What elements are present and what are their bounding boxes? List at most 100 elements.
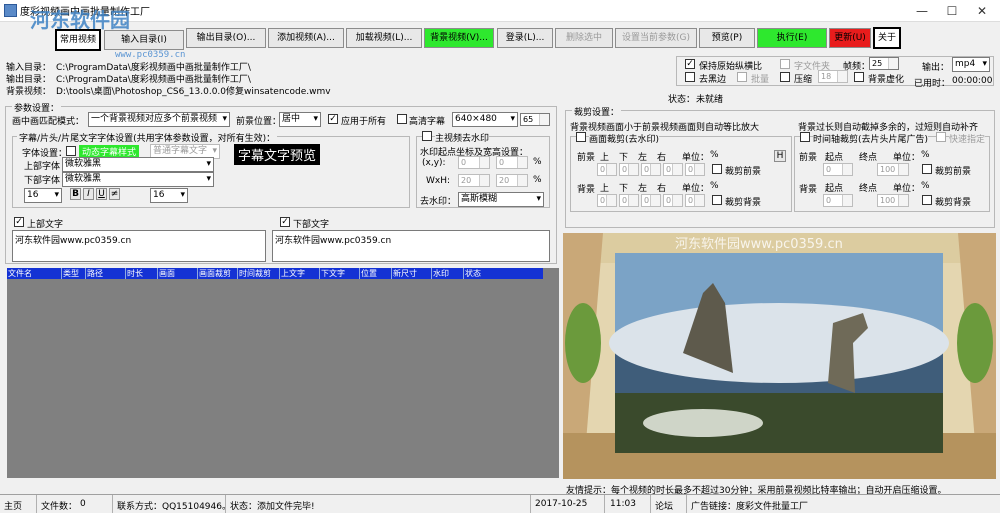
fg-pos-select[interactable]: 居中 <box>279 112 321 127</box>
wm-h-spinner[interactable]: 20 <box>496 174 528 187</box>
col-type[interactable]: 类型 <box>62 268 86 279</box>
dynamic-sub-checkbox[interactable] <box>66 146 76 156</box>
bold-button[interactable]: B <box>70 188 81 200</box>
col-lower-text[interactable]: 下文字 <box>320 268 360 279</box>
fg-top-spinner[interactable]: 0 <box>597 163 617 176</box>
lower-text-input[interactable]: 河东软件园www.pc0359.cn <box>272 230 550 262</box>
lower-text-checkbox[interactable]: ✓ <box>280 217 290 227</box>
col-frame[interactable]: 画面 <box>158 268 198 279</box>
upper-text-input[interactable]: 河东软件园www.pc0359.cn <box>12 230 266 262</box>
col-status[interactable]: 状态 <box>464 268 543 279</box>
time-bg-end-spinner[interactable]: 100 <box>877 194 909 207</box>
hd-sub-label: 高清字幕 <box>409 117 446 127</box>
col-frame-crop[interactable]: 画面裁剪 <box>198 268 238 279</box>
col-position[interactable]: 位置 <box>360 268 392 279</box>
subtitle-folder-checkbox[interactable] <box>780 59 790 69</box>
batch-checkbox[interactable] <box>737 72 747 82</box>
font-size-select-2[interactable]: 16 <box>150 188 188 203</box>
time-crop-bg-checkbox[interactable] <box>922 195 932 205</box>
output-dir-button[interactable]: 输出目录(O)... <box>186 28 266 48</box>
crop-bg-checkbox[interactable] <box>712 195 722 205</box>
italic-button[interactable]: I <box>83 188 94 200</box>
crop-fg-checkbox[interactable] <box>712 164 722 174</box>
time-unit-label: 单位： <box>893 153 921 163</box>
update-button[interactable]: 更新(U) <box>829 28 871 48</box>
crop-fg-label: 裁剪前景 <box>725 167 762 177</box>
close-button[interactable]: ✕ <box>966 0 998 22</box>
col-new-size[interactable]: 新尺寸 <box>392 268 432 279</box>
remove-wm-select[interactable]: 高斯模糊 <box>458 192 544 207</box>
maximize-button[interactable]: ☐ <box>936 0 968 22</box>
time-crop-fg-checkbox[interactable] <box>922 164 932 174</box>
file-table[interactable]: 文件名 类型 路径 时长 画面 画面裁剪 时间裁剪 上文字 下文字 位置 新尺寸… <box>7 268 559 478</box>
preview-area: 河东软件园www.pc0359.cn <box>563 233 996 479</box>
bg-video-button[interactable]: 背景视频(V)... <box>424 28 494 48</box>
load-video-button[interactable]: 加载视频(L)... <box>346 28 422 48</box>
bg-bottom-spinner[interactable]: 0 <box>619 194 639 207</box>
col-path[interactable]: 路径 <box>86 268 126 279</box>
fg-bottom-spinner[interactable]: 0 <box>619 163 639 176</box>
col-upper-text[interactable]: 上文字 <box>280 268 320 279</box>
set-params-button[interactable]: 设置当前参数(G) <box>615 28 697 48</box>
fg-left-spinner[interactable]: 0 <box>641 163 661 176</box>
output-format-label: 输出： <box>922 63 950 73</box>
unit-pct-fg: % <box>710 150 719 160</box>
left-label: 左 <box>638 153 648 163</box>
underline-button[interactable]: U <box>96 188 107 200</box>
col-filename[interactable]: 文件名 <box>7 268 62 279</box>
frame-crop-checkbox[interactable] <box>576 132 586 142</box>
col-duration[interactable]: 时长 <box>126 268 158 279</box>
font-size-select-1[interactable]: 16 <box>24 188 62 203</box>
wm-x-spinner[interactable]: 0 <box>458 156 490 169</box>
upper-font-select[interactable]: 微软雅黑 <box>62 157 214 172</box>
keep-aspect-checkbox[interactable]: ✓ <box>685 59 695 69</box>
status-home[interactable]: 主页 <box>4 499 22 512</box>
remove-wm-checkbox[interactable] <box>422 131 432 141</box>
lower-font-select[interactable]: 微软雅黑 <box>62 172 214 187</box>
output-format-select[interactable]: mp4 <box>952 57 990 72</box>
execute-button[interactable]: 执行(E) <box>757 28 827 48</box>
apply-all-checkbox[interactable]: ✓ <box>328 114 338 124</box>
strike-button[interactable]: ≠ <box>109 188 120 200</box>
minimize-button[interactable]: — <box>906 0 938 22</box>
fg-right-spinner[interactable]: 0 <box>663 163 683 176</box>
add-video-button[interactable]: 添加视频(A)... <box>268 28 344 48</box>
h-button[interactable]: H <box>774 150 786 162</box>
wm-w-spinner[interactable]: 20 <box>458 174 490 187</box>
col-watermark[interactable]: 水印 <box>432 268 464 279</box>
mode-select[interactable]: 常用视频 <box>55 29 101 51</box>
pip-mode-select[interactable]: 一个背景视频对应多个前景视频 <box>88 112 230 127</box>
time-fg-end-spinner[interactable]: 100 <box>877 163 909 176</box>
bg-top-spinner[interactable]: 0 <box>597 194 617 207</box>
time-fg-start-spinner[interactable]: 0 <box>823 163 853 176</box>
hd-sub-checkbox[interactable] <box>397 114 407 124</box>
login-button[interactable]: 登录(L)... <box>497 28 553 48</box>
time-bg-start-spinner[interactable]: 0 <box>823 194 853 207</box>
frame-crop-label: 画面裁剪(去水印) <box>589 132 660 145</box>
res-spinner[interactable]: 65 <box>520 113 550 126</box>
upper-text-checkbox[interactable]: ✓ <box>14 217 24 227</box>
bg-blur-checkbox[interactable] <box>854 72 864 82</box>
fg-unit-spinner[interactable]: 0 <box>685 163 705 176</box>
status-forum[interactable]: 论坛 <box>655 499 673 512</box>
time-crop-checkbox[interactable] <box>800 132 810 142</box>
wm-y-spinner[interactable]: 0 <box>496 156 528 169</box>
quick-checkbox[interactable] <box>936 132 946 142</box>
bg-left-spinner[interactable]: 0 <box>641 194 661 207</box>
bg-unit-spinner[interactable]: 0 <box>685 194 705 207</box>
status-contact: 联系方式：QQ15104946。 <box>117 502 231 512</box>
frame-rate-spinner[interactable]: 25 <box>869 57 899 70</box>
about-button[interactable]: 关于 <box>873 27 901 49</box>
compress-spinner[interactable]: 18 <box>818 70 848 83</box>
input-dir-button[interactable]: 输入目录(I) <box>104 30 184 50</box>
up-label-bg: 上 <box>600 184 610 194</box>
fg-pos-label: 前景位置： <box>236 117 282 127</box>
preview-button[interactable]: 预览(P) <box>699 28 755 48</box>
delete-selected-button[interactable]: 删除选中 <box>555 28 613 48</box>
status-ad[interactable]: 广告链接：度彩文件批量工厂 <box>691 499 808 512</box>
resolution-select[interactable]: 640×480 <box>452 112 518 127</box>
col-time-crop[interactable]: 时间裁剪 <box>238 268 280 279</box>
compress-checkbox[interactable] <box>780 72 790 82</box>
bg-right-spinner[interactable]: 0 <box>663 194 683 207</box>
remove-black-checkbox[interactable] <box>685 72 695 82</box>
